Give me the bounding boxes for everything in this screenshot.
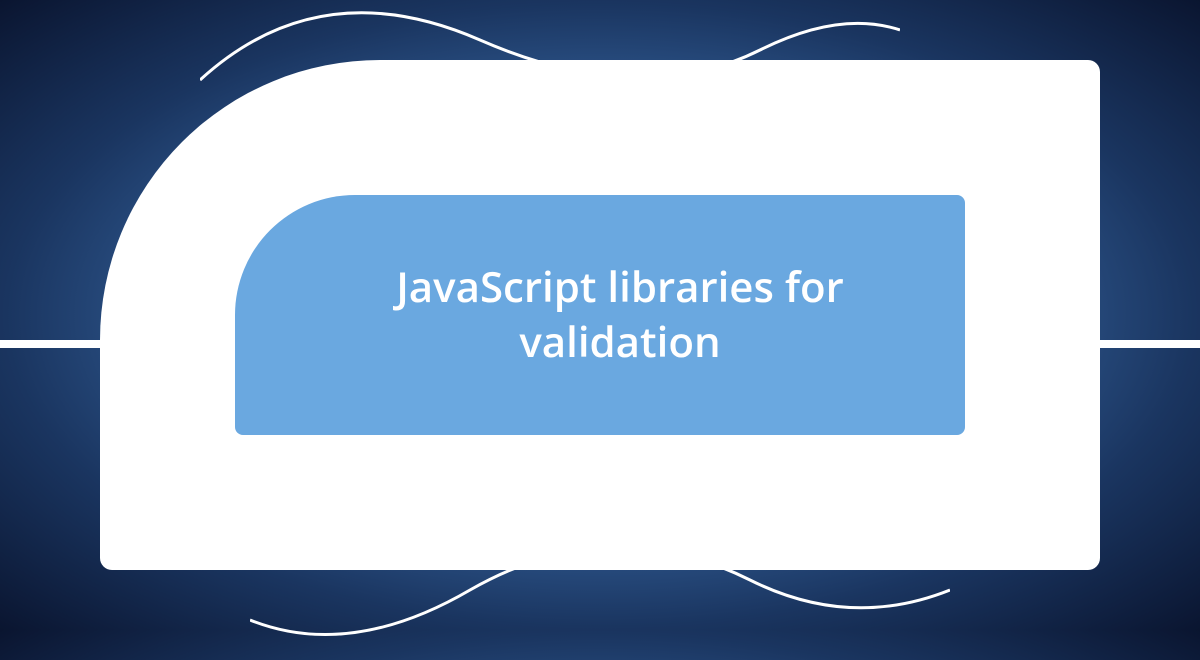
banner-title: JavaScript libraries for validation xyxy=(320,260,880,369)
decorative-wave-bottom xyxy=(250,500,950,660)
inner-card-shape: JavaScript libraries for validation xyxy=(235,195,965,435)
